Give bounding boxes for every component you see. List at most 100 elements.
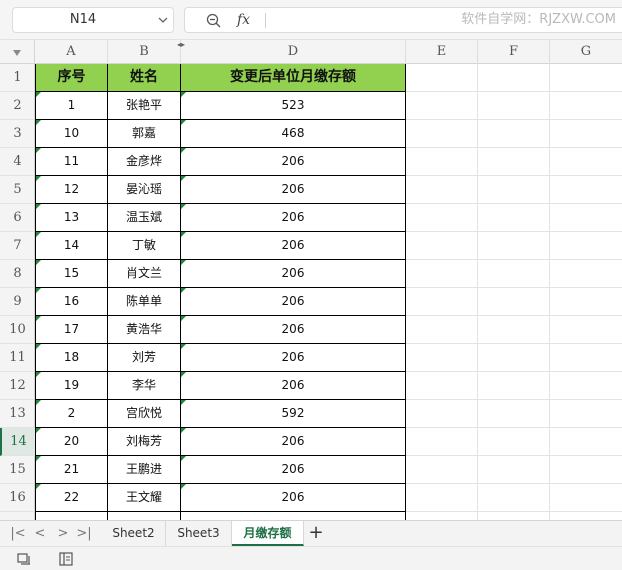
cell-text: 206 [281, 266, 305, 280]
cell-seq[interactable]: 21 [35, 456, 108, 484]
tab-sheet2[interactable]: Sheet2 [102, 521, 166, 546]
chevron-down-icon[interactable] [157, 13, 169, 27]
select-all-corner[interactable] [0, 40, 35, 64]
cell-text: 黄浩华 [125, 322, 162, 336]
cell-text: 206 [281, 322, 305, 336]
cell-name[interactable]: 刘芳 [108, 344, 181, 372]
cell-amount[interactable] [181, 512, 406, 520]
row-header[interactable]: 11 [0, 344, 35, 372]
row-header[interactable]: 15 [0, 456, 35, 484]
cell-seq[interactable]: 12 [35, 176, 108, 204]
cell-amount[interactable]: 523 [181, 92, 406, 120]
cell-text: 晏沁瑶 [125, 182, 162, 196]
column-header-f[interactable]: F [478, 40, 550, 64]
row-header[interactable]: 6 [0, 204, 35, 232]
cell-name[interactable]: 王文耀 [108, 484, 181, 512]
cell-amount[interactable]: 206 [181, 288, 406, 316]
cell-amount[interactable]: 206 [181, 176, 406, 204]
row-header[interactable]: 13 [0, 400, 35, 428]
cell-text: 468 [281, 126, 305, 140]
table-header-name[interactable]: 姓名 [108, 64, 181, 92]
row-header-active[interactable]: 14 [0, 428, 35, 456]
cell-name[interactable]: 郭嘉 [108, 120, 181, 148]
column-header-b[interactable]: B [108, 40, 181, 64]
cell-seq[interactable]: 20 [35, 428, 108, 456]
view-layout-icon[interactable] [58, 551, 74, 567]
row-header[interactable]: 2 [0, 92, 35, 120]
cell-amount[interactable]: 206 [181, 204, 406, 232]
cell-amount[interactable]: 206 [181, 148, 406, 176]
cell-name[interactable]: 温玉斌 [108, 204, 181, 232]
name-box[interactable]: N14 [12, 7, 174, 33]
cell-seq[interactable]: 10 [35, 120, 108, 148]
cell-name[interactable]: 金彦烨 [108, 148, 181, 176]
cell-seq[interactable]: 17 [35, 316, 108, 344]
cell-seq[interactable]: 2 [35, 400, 108, 428]
cell-text: 1 [67, 98, 76, 112]
cell-name[interactable]: 肖文兰 [108, 260, 181, 288]
row-header[interactable]: 10 [0, 316, 35, 344]
cell-seq[interactable]: 22 [35, 484, 108, 512]
cell-name[interactable]: 黄浩华 [108, 316, 181, 344]
zoom-out-icon[interactable] [205, 12, 223, 30]
next-sheet-icon[interactable]: > [55, 525, 71, 543]
cell-name[interactable]: 张艳平 [108, 92, 181, 120]
row-header[interactable]: 9 [0, 288, 35, 316]
cell-amount[interactable]: 206 [181, 260, 406, 288]
cell-name[interactable]: 晏沁瑶 [108, 176, 181, 204]
cell-seq[interactable]: 19 [35, 372, 108, 400]
row-header[interactable]: 3 [0, 120, 35, 148]
row-header[interactable]: 8 [0, 260, 35, 288]
tab-sheet3[interactable]: Sheet3 [166, 521, 232, 546]
fx-icon[interactable]: fx [237, 8, 250, 32]
macro-record-icon[interactable] [16, 551, 32, 567]
number-as-text-indicator-icon [181, 120, 186, 125]
column-header-d[interactable]: D [181, 40, 406, 64]
row-header[interactable]: 5 [0, 176, 35, 204]
cell-seq[interactable]: 18 [35, 344, 108, 372]
cell-seq[interactable]: 13 [35, 204, 108, 232]
row-header[interactable]: 16 [0, 484, 35, 512]
cell-seq[interactable]: 15 [35, 260, 108, 288]
cell-amount[interactable]: 592 [181, 400, 406, 428]
prev-sheet-icon[interactable]: < [32, 525, 48, 543]
cell-name[interactable] [108, 512, 181, 520]
cell-name[interactable]: 刘梅芳 [108, 428, 181, 456]
cell-amount[interactable]: 206 [181, 232, 406, 260]
cell-name[interactable]: 王鹏进 [108, 456, 181, 484]
row-header[interactable]: 4 [0, 148, 35, 176]
expand-hidden-columns-icon[interactable]: ◂▸ [175, 40, 187, 50]
cell-amount[interactable]: 206 [181, 428, 406, 456]
first-sheet-icon[interactable]: |< [10, 525, 26, 543]
cell-seq[interactable]: 14 [35, 232, 108, 260]
cell-grid[interactable]: 序号 姓名 变更后单位月缴存额 1 张艳平 523 10 郭嘉 468 11 金彦烨 206 12 晏沁瑶… [35, 64, 622, 520]
table-header-amount[interactable]: 变更后单位月缴存额 [181, 64, 406, 92]
cell-name[interactable]: 丁敏 [108, 232, 181, 260]
cell-name[interactable]: 李华 [108, 372, 181, 400]
cell-text: 王文耀 [125, 490, 162, 504]
column-header-e[interactable]: E [406, 40, 478, 64]
cell-amount[interactable]: 206 [181, 344, 406, 372]
cell-amount[interactable]: 206 [181, 372, 406, 400]
row-header[interactable]: 12 [0, 372, 35, 400]
tab-monthly-deposit[interactable]: 月缴存额 [232, 521, 304, 546]
cell-seq[interactable]: 16 [35, 288, 108, 316]
formula-input[interactable]: fx 软件自学网：RJZXW.COM [184, 7, 622, 33]
cell-amount[interactable]: 206 [181, 484, 406, 512]
cell-name[interactable]: 陈单单 [108, 288, 181, 316]
row-header[interactable]: 7 [0, 232, 35, 260]
table-header-seq[interactable]: 序号 [35, 64, 108, 92]
cell-seq[interactable] [35, 512, 108, 520]
cell-name[interactable]: 宫欣悦 [108, 400, 181, 428]
cell-seq[interactable]: 1 [35, 92, 108, 120]
cell-amount[interactable]: 206 [181, 456, 406, 484]
cell-amount[interactable]: 206 [181, 316, 406, 344]
cell-seq[interactable]: 11 [35, 148, 108, 176]
last-sheet-icon[interactable]: >| [76, 525, 92, 543]
row-header[interactable]: 1 [0, 64, 35, 92]
add-sheet-button[interactable]: + [307, 523, 325, 543]
column-header-g[interactable]: G [550, 40, 622, 64]
cell-amount[interactable]: 468 [181, 120, 406, 148]
number-as-text-indicator-icon [36, 120, 41, 125]
column-header-a[interactable]: A [35, 40, 108, 64]
